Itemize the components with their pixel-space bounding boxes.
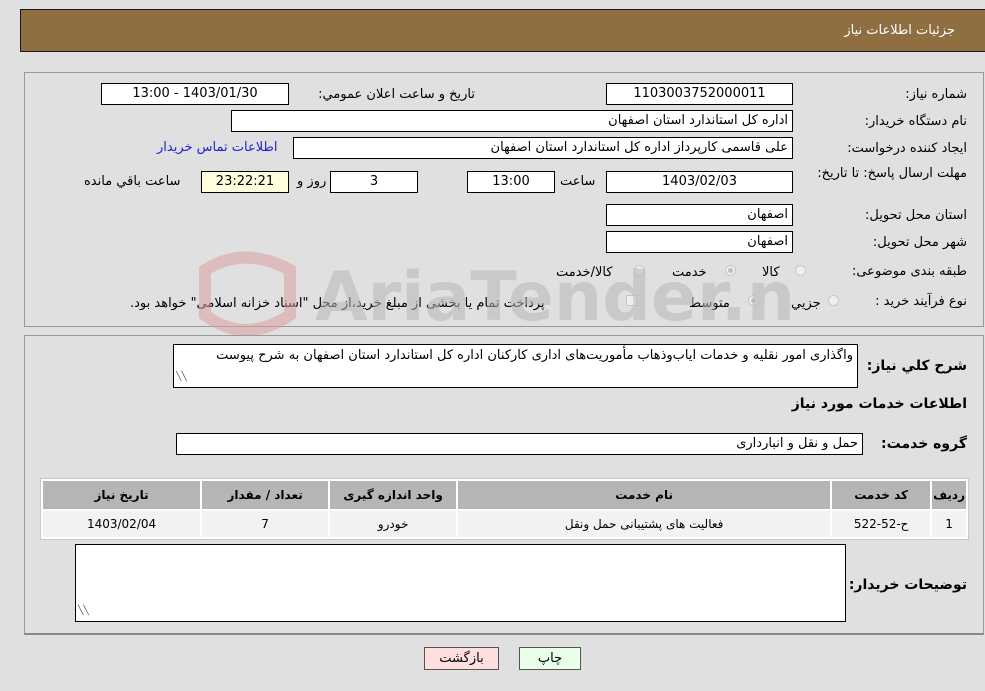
purchase-option-medium: متوسط	[689, 296, 730, 311]
buyer-org-field: اداره کل استاندارد استان اصفهان	[231, 110, 793, 132]
cell-service-code: ح-52-522	[832, 511, 931, 537]
announce-datetime-label: تاريخ و ساعت اعلان عمومي:	[318, 87, 475, 102]
deadline-label: مهلت ارسال پاسخ: تا تاريخ:	[817, 166, 967, 181]
table-row: 1 ح-52-522 فعاليت های پشتيبانی حمل ونقل …	[43, 511, 966, 537]
services-section-title: اطلاعات خدمات مورد نياز	[791, 396, 967, 412]
back-button[interactable]: بازگشت	[424, 647, 499, 670]
deadline-time-field: 13:00	[467, 171, 555, 193]
category-label: طبقه بندی موضوعی:	[851, 264, 967, 279]
category-radio-goods[interactable]	[795, 265, 806, 276]
cell-row-number: 1	[932, 511, 966, 537]
deadline-time-label: ساعت	[560, 174, 596, 189]
buyer-notes-label: توضيحات خريدار:	[848, 577, 967, 593]
category-option-goods-service: کالا/خدمت	[556, 265, 613, 280]
deadline-date-field: 1403/02/03	[606, 171, 793, 193]
cell-need-date: 1403/02/04	[43, 511, 201, 537]
service-group-field: حمل و نقل و انبارداری	[176, 433, 863, 455]
col-unit: واحد اندازه گيری	[330, 481, 457, 509]
purchase-type-label: نوع فرآيند خريد :	[875, 294, 967, 309]
buyer-notes-textarea[interactable]: ╲╲	[75, 544, 846, 622]
delivery-province-label: استان محل تحویل:	[865, 208, 967, 223]
days-remaining-field: 3	[330, 171, 418, 193]
col-service-code: کد خدمت	[832, 481, 931, 509]
requester-field: علی قاسمی کارپرداز اداره کل استاندارد اس…	[293, 137, 793, 159]
resize-grip-icon[interactable]: ╲╲	[78, 603, 89, 620]
treasury-note: پرداخت تمام يا بخشی از مبلغ خريد،از محل …	[130, 296, 545, 311]
treasury-checkbox[interactable]	[626, 295, 637, 306]
remaining-time-label: ساعت باقي مانده	[84, 174, 181, 189]
table-header-row: رديف کد خدمت نام خدمت واحد اندازه گيری ت…	[43, 481, 966, 509]
page-title: جزئيات اطلاعات نياز	[844, 23, 955, 38]
col-row-number: رديف	[932, 481, 966, 509]
print-button[interactable]: چاپ	[519, 647, 581, 670]
delivery-city-label: شهر محل تحویل:	[872, 235, 967, 250]
buyer-contact-link[interactable]: اطلاعات تماس خريدار	[157, 140, 277, 155]
services-table: رديف کد خدمت نام خدمت واحد اندازه گيری ت…	[40, 478, 969, 540]
purchase-radio-medium[interactable]	[748, 295, 759, 306]
category-option-goods: کالا	[762, 265, 780, 280]
resize-grip-icon[interactable]: ╲╲	[176, 369, 187, 386]
page-header: جزئيات اطلاعات نياز	[20, 9, 985, 52]
announce-datetime-field: 1403/01/30 - 13:00	[101, 83, 289, 105]
description-label: شرح کلي نياز:	[866, 358, 967, 374]
category-option-service: خدمت	[672, 265, 707, 280]
col-service-name: نام خدمت	[458, 481, 831, 509]
service-group-label: گروه خدمت:	[881, 436, 967, 452]
purchase-radio-minor[interactable]	[828, 295, 839, 306]
cell-service-name: فعاليت های پشتيبانی حمل ونقل	[458, 511, 831, 537]
description-textarea[interactable]: واگذاری امور نقليه و خدمات اياب‌وذهاب مأ…	[173, 344, 858, 388]
description-text: واگذاری امور نقليه و خدمات اياب‌وذهاب مأ…	[216, 348, 853, 363]
buyer-org-label: نام دستگاه خريدار:	[864, 114, 967, 129]
col-quantity: تعداد / مقدار	[202, 481, 329, 509]
category-radio-service[interactable]	[725, 265, 736, 276]
delivery-city-field: اصفهان	[606, 231, 793, 253]
col-need-date: تاريخ نياز	[43, 481, 201, 509]
cell-unit: خودرو	[330, 511, 457, 537]
purchase-option-minor: جزيي	[791, 296, 821, 311]
category-radio-goods-service[interactable]	[634, 265, 645, 276]
days-label: روز و	[297, 174, 327, 189]
remaining-time-field: 23:22:21	[201, 171, 289, 193]
delivery-province-field: اصفهان	[606, 204, 793, 226]
requester-label: ايجاد کننده درخواست:	[847, 141, 967, 156]
need-number-label: شماره نياز:	[905, 87, 967, 102]
cell-quantity: 7	[202, 511, 329, 537]
need-number-field: 1103003752000011	[606, 83, 793, 105]
